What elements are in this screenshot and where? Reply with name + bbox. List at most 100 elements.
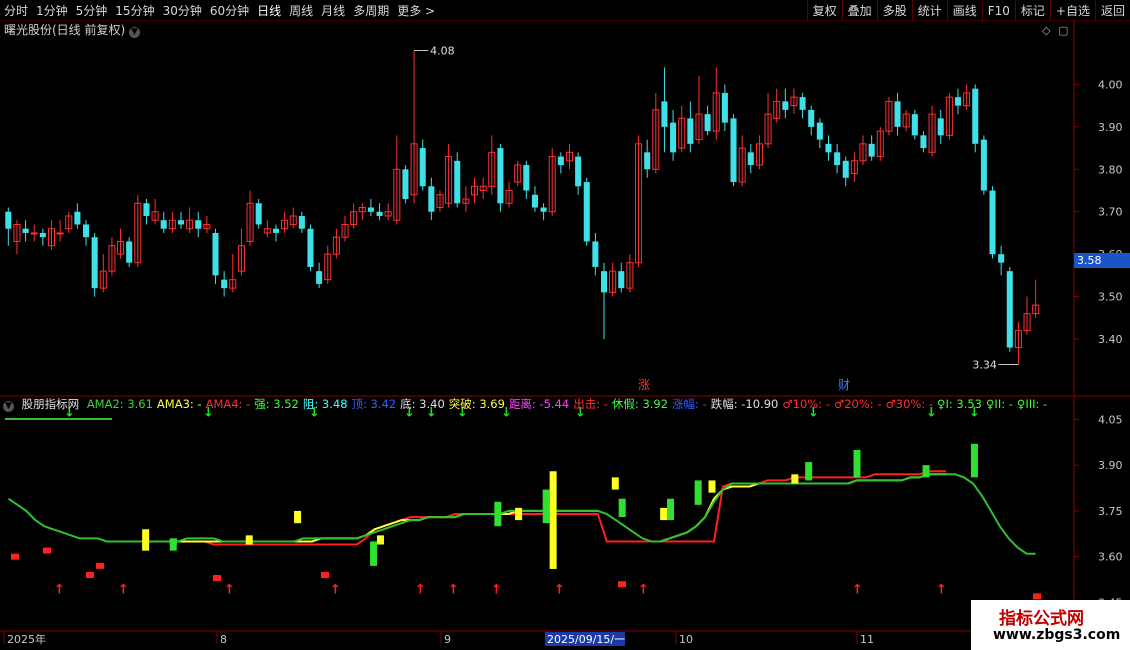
signal-block <box>618 498 626 518</box>
signal-dot <box>43 547 51 554</box>
period-tab[interactable]: 日线 <box>257 4 281 18</box>
toolbar-action-button[interactable]: 复权 <box>806 0 842 20</box>
period-tabs: 分时 1分钟 5分钟 15分钟 30分钟 60分钟 日线 周线 月线 多周期 更多 > <box>4 2 443 19</box>
candlestick-chart[interactable]: 3.40 3.50 3.60 3.70 3.80 3.90 4.00 4.08 3.34 涨 财 3.… <box>0 20 1130 650</box>
signal-block <box>791 474 799 484</box>
toolbar-action-button[interactable]: 统计 <box>911 0 947 20</box>
x-tick-label: 8 <box>220 633 227 646</box>
candle-body <box>160 220 167 229</box>
x-tick-label: 11 <box>860 633 874 646</box>
signal-block <box>376 535 384 545</box>
candle-body <box>5 211 12 229</box>
indicator-value: 强: 3.52 <box>254 397 299 411</box>
candle-body <box>868 143 875 157</box>
indicator-value: 底: 3.40 <box>400 397 445 411</box>
period-tab[interactable]: 5分钟 <box>76 4 108 18</box>
sell-arrow-icon: ↑ <box>448 582 459 597</box>
candle-body <box>747 152 754 166</box>
candle-body <box>583 182 590 242</box>
period-tab[interactable]: 更多 > <box>397 4 435 18</box>
period-tab[interactable]: 60分钟 <box>210 4 249 18</box>
current-price-label: 3.58 <box>1074 253 1130 268</box>
signal-block <box>542 489 550 524</box>
series-line <box>106 470 947 546</box>
toolbar-action-button[interactable]: 返回 <box>1094 0 1130 20</box>
candle-body <box>316 271 323 284</box>
candle-body <box>730 118 737 183</box>
sell-arrow-icon: ↑ <box>118 582 129 597</box>
candle-body <box>989 190 996 255</box>
signal-dot <box>86 572 94 578</box>
signal-block <box>853 449 861 478</box>
y-tick-label: 3.90 <box>1098 121 1123 134</box>
candle-body <box>825 143 832 153</box>
candle-body <box>1006 271 1013 348</box>
sell-arrow-icon: ↑ <box>224 582 235 597</box>
signal-block <box>370 541 378 566</box>
period-tab[interactable]: 月线 <box>321 4 345 18</box>
toolbar-action-button[interactable]: +自选 <box>1049 0 1095 20</box>
candle-body <box>816 122 823 140</box>
x-tick-label: 2025/09/15/一 <box>547 633 625 646</box>
period-tab[interactable]: 15分钟 <box>115 4 154 18</box>
y-tick-label: 4.05 <box>1098 413 1123 426</box>
candle-body <box>911 114 918 136</box>
candle-body <box>618 271 625 289</box>
period-tab[interactable]: 30分钟 <box>163 4 202 18</box>
toolbar-action-button[interactable]: 画线 <box>946 0 982 20</box>
event-marker: 涨 <box>638 377 650 392</box>
candle-body <box>799 97 806 110</box>
sell-arrow-icon: ↑ <box>554 582 565 597</box>
signal-dot <box>96 562 104 569</box>
candle-body <box>972 88 979 144</box>
candle-body <box>937 118 944 136</box>
indicator-legend: ▼ 股朋指标网 AMA2: 3.61 AMA3: - AMA4: - 强: 3.52 阻… <box>0 396 1051 412</box>
y-tick-label: 4.00 <box>1098 78 1123 91</box>
toolbar: 分时 1分钟 5分钟 15分钟 30分钟 60分钟 日线 周线 月线 多周期 更多 > 复权 叠加 多股… <box>0 0 1130 22</box>
period-tab[interactable]: 1分钟 <box>36 4 68 18</box>
candle-body <box>30 232 38 235</box>
indicator-name[interactable]: 股朋指标网 <box>22 397 80 411</box>
indicator-value: 涨幅: - <box>672 397 707 411</box>
low-label: 3.34 <box>972 359 997 372</box>
toolbar-action-button[interactable]: 标记 <box>1014 0 1050 20</box>
candle-body <box>212 232 219 276</box>
indicator-value: ♂10%: - <box>782 397 830 411</box>
period-tab[interactable]: 周线 <box>289 4 313 18</box>
period-tab[interactable]: 多周期 <box>353 4 389 18</box>
candle-body <box>177 220 185 225</box>
indicator-value: AMA4: - <box>205 397 251 411</box>
event-marker: 财 <box>838 378 850 392</box>
x-tick-label: 10 <box>679 633 693 646</box>
candle-body <box>644 152 651 170</box>
signal-block <box>611 477 619 490</box>
signal-dot <box>1033 593 1041 600</box>
period-tab[interactable]: 分时 <box>4 4 28 18</box>
indicator-value: ♀II: - <box>986 397 1013 411</box>
indicator-value: ♀III: - <box>1016 397 1048 411</box>
candle-body <box>557 156 564 166</box>
toolbar-actions: 复权 叠加 多股 统计 画线 F10 标记 +自选 返回 <box>806 0 1130 22</box>
candle-body <box>523 165 530 191</box>
candle-body <box>704 114 711 132</box>
y-tick-label: 3.75 <box>1098 505 1123 518</box>
indicator-value: 顶: 3.42 <box>351 397 397 411</box>
candle-body <box>376 211 383 216</box>
signal-dot <box>618 581 626 588</box>
candle-body <box>221 279 228 289</box>
indicator-value: AMA2: 3.61 <box>86 397 153 411</box>
signal-dot <box>321 572 329 578</box>
signal-dot <box>213 575 221 582</box>
sell-arrow-icon: ↑ <box>638 582 649 597</box>
candle-body <box>721 92 728 123</box>
candle-body <box>91 237 98 289</box>
toolbar-action-button[interactable]: 多股 <box>876 0 912 20</box>
sell-arrow-icon: ↑ <box>936 582 947 597</box>
signal-block <box>169 538 177 551</box>
candle-body <box>428 186 435 212</box>
collapse-icon[interactable]: ▼ <box>3 401 14 412</box>
toolbar-action-button[interactable]: 叠加 <box>841 0 877 20</box>
toolbar-action-button[interactable]: F10 <box>981 2 1015 22</box>
candle-body <box>143 203 150 216</box>
candle-body <box>592 241 599 267</box>
